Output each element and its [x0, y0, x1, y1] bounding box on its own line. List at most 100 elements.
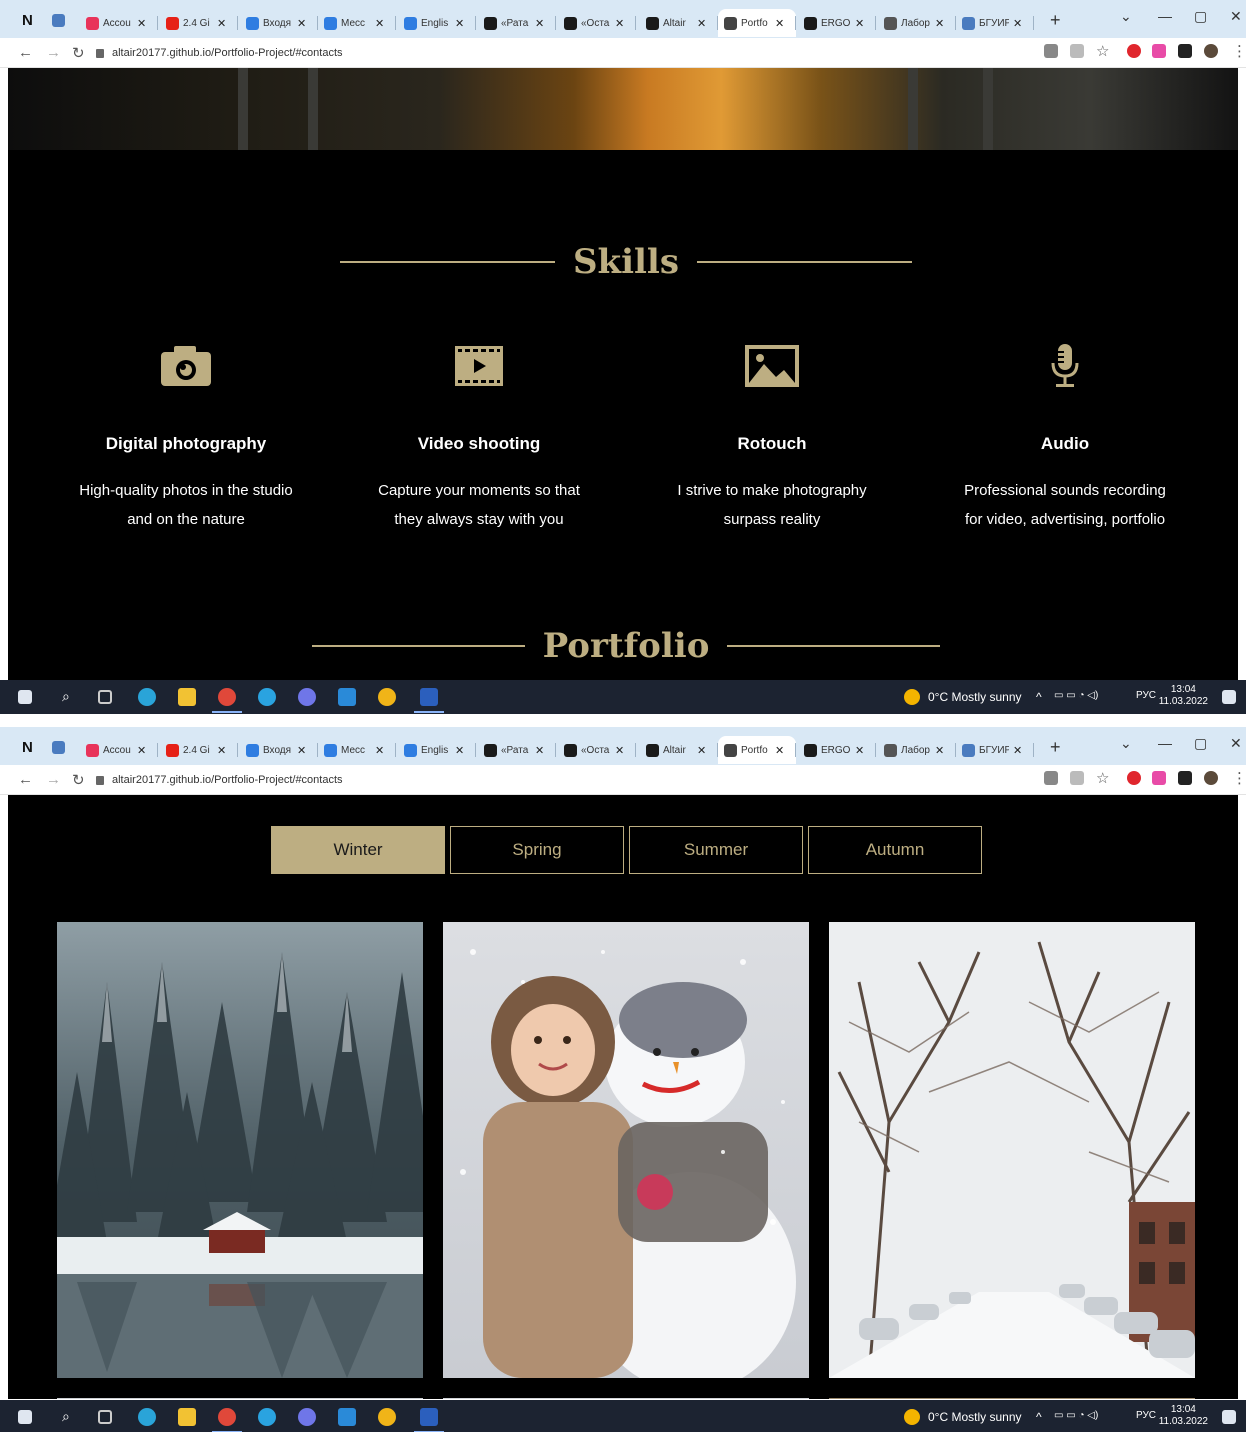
- edge-icon[interactable]: [138, 1408, 156, 1426]
- chrome-icon[interactable]: [218, 1408, 236, 1426]
- browser-tab[interactable]: Altair ✕: [640, 9, 718, 37]
- app-icon[interactable]: [378, 688, 396, 706]
- notification-icon[interactable]: [1222, 690, 1236, 704]
- app-icon[interactable]: [378, 1408, 396, 1426]
- telegram-icon[interactable]: [258, 688, 276, 706]
- file-explorer-icon[interactable]: [178, 1408, 196, 1426]
- notification-icon[interactable]: [1222, 1410, 1236, 1424]
- portfolio-photo[interactable]: [57, 922, 423, 1378]
- clock[interactable]: 13:04 11.03.2022: [1159, 684, 1208, 708]
- weather-text[interactable]: 0°C Mostly sunny: [928, 1410, 1022, 1424]
- close-window-button[interactable]: ✕: [1230, 8, 1242, 25]
- clock[interactable]: 13:04 11.03.2022: [1159, 1404, 1208, 1428]
- tab-close-icon[interactable]: ✕: [455, 17, 464, 30]
- translate-icon[interactable]: [1044, 44, 1058, 58]
- tab-close-icon[interactable]: ✕: [775, 744, 784, 757]
- browser-tab[interactable]: Accou ✕: [80, 736, 158, 764]
- browser-tab[interactable]: ERGO ✕: [798, 736, 876, 764]
- windows-start-icon[interactable]: [18, 690, 32, 704]
- tab-close-icon[interactable]: ✕: [697, 744, 706, 757]
- share-icon[interactable]: [1070, 771, 1084, 785]
- minimize-button[interactable]: —: [1158, 8, 1172, 24]
- filter-autumn-button[interactable]: Autumn: [808, 826, 982, 874]
- close-window-button[interactable]: ✕: [1230, 735, 1242, 752]
- notion-icon[interactable]: N: [22, 12, 33, 29]
- forward-button[interactable]: →: [46, 44, 61, 61]
- tab-close-icon[interactable]: ✕: [455, 744, 464, 757]
- address-bar[interactable]: altair20177.github.io/Portfolio-Project/…: [96, 43, 1026, 63]
- opera-extension-icon[interactable]: [1127, 771, 1141, 785]
- browser-tab[interactable]: «Рата ✕: [478, 736, 556, 764]
- browser-tab[interactable]: Месс ✕: [318, 736, 396, 764]
- browser-tab[interactable]: ERGO ✕: [798, 9, 876, 37]
- weather-text[interactable]: 0°C Mostly sunny: [928, 690, 1022, 704]
- notion-icon[interactable]: N: [22, 739, 33, 756]
- browser-tab[interactable]: «Рата ✕: [478, 9, 556, 37]
- tab-search-icon[interactable]: ⌄: [1120, 8, 1132, 25]
- tab-close-icon[interactable]: ✕: [297, 17, 306, 30]
- tab-close-icon[interactable]: ✕: [615, 17, 624, 30]
- search-icon[interactable]: ⌕: [62, 688, 70, 705]
- tab-close-icon[interactable]: ✕: [375, 17, 384, 30]
- maximize-button[interactable]: ▢: [1194, 8, 1207, 25]
- filter-summer-button[interactable]: Summer: [629, 826, 803, 874]
- browser-tab[interactable]: Portfo ✕: [718, 736, 796, 764]
- forward-button[interactable]: →: [46, 771, 61, 788]
- extension-icon[interactable]: [1152, 771, 1166, 785]
- tab-close-icon[interactable]: ✕: [217, 17, 226, 30]
- share-icon[interactable]: [1070, 44, 1084, 58]
- chrome-icon[interactable]: [218, 688, 236, 706]
- tab-close-icon[interactable]: ✕: [1013, 17, 1022, 30]
- browser-tab[interactable]: Portfo ✕: [718, 9, 796, 37]
- tab-close-icon[interactable]: ✕: [535, 17, 544, 30]
- portfolio-photo-next-row[interactable]: [829, 1398, 1195, 1399]
- profile-avatar[interactable]: [1204, 771, 1218, 785]
- tray-chevron-icon[interactable]: ^: [1036, 1410, 1042, 1424]
- tab-close-icon[interactable]: ✕: [935, 17, 944, 30]
- profile-avatar[interactable]: [1204, 44, 1218, 58]
- windows-start-icon[interactable]: [18, 1410, 32, 1424]
- tab-close-icon[interactable]: ✕: [935, 744, 944, 757]
- browser-tab[interactable]: Accou ✕: [80, 9, 158, 37]
- word-icon[interactable]: [420, 688, 438, 706]
- task-view-icon[interactable]: [98, 690, 112, 704]
- back-button[interactable]: ←: [18, 44, 33, 61]
- browser-tab[interactable]: «Оста ✕: [558, 9, 636, 37]
- edge-icon[interactable]: [138, 688, 156, 706]
- portfolio-photo-next-row[interactable]: [57, 1398, 423, 1399]
- maximize-button[interactable]: ▢: [1194, 735, 1207, 752]
- tray-icons[interactable]: ▭ ▭ ◔ ◁): [1054, 1410, 1098, 1421]
- opera-extension-icon[interactable]: [1127, 44, 1141, 58]
- browser-tab[interactable]: Месс ✕: [318, 9, 396, 37]
- browser-tab[interactable]: Englis ✕: [398, 9, 476, 37]
- bookmark-star-icon[interactable]: ☆: [1096, 42, 1109, 60]
- browser-tab[interactable]: Входя ✕: [240, 736, 318, 764]
- reload-button[interactable]: ↻: [72, 44, 85, 62]
- tab-close-icon[interactable]: ✕: [137, 17, 146, 30]
- translate-icon[interactable]: [1044, 771, 1058, 785]
- extensions-puzzle-icon[interactable]: [1178, 44, 1192, 58]
- browser-tab[interactable]: Altair ✕: [640, 736, 718, 764]
- tab-close-icon[interactable]: ✕: [855, 17, 864, 30]
- tab-close-icon[interactable]: ✕: [375, 744, 384, 757]
- portfolio-photo[interactable]: [443, 922, 809, 1378]
- tab-close-icon[interactable]: ✕: [535, 744, 544, 757]
- pinned-tab-icon[interactable]: [52, 741, 65, 754]
- extension-icon[interactable]: [1152, 44, 1166, 58]
- task-view-icon[interactable]: [98, 1410, 112, 1424]
- word-icon[interactable]: [420, 1408, 438, 1426]
- bookmark-star-icon[interactable]: ☆: [1096, 769, 1109, 787]
- tab-close-icon[interactable]: ✕: [615, 744, 624, 757]
- filter-winter-button[interactable]: Winter: [271, 826, 445, 874]
- tab-close-icon[interactable]: ✕: [697, 17, 706, 30]
- menu-icon[interactable]: ⋮: [1232, 769, 1246, 787]
- browser-tab[interactable]: «Оста ✕: [558, 736, 636, 764]
- tray-chevron-icon[interactable]: ^: [1036, 690, 1042, 704]
- address-bar[interactable]: altair20177.github.io/Portfolio-Project/…: [96, 770, 1026, 790]
- file-explorer-icon[interactable]: [178, 688, 196, 706]
- new-tab-button[interactable]: +: [1050, 10, 1061, 31]
- minimize-button[interactable]: —: [1158, 735, 1172, 751]
- browser-tab[interactable]: Входя ✕: [240, 9, 318, 37]
- browser-tab[interactable]: 2.4 Gi ✕: [160, 9, 238, 37]
- telegram-icon[interactable]: [258, 1408, 276, 1426]
